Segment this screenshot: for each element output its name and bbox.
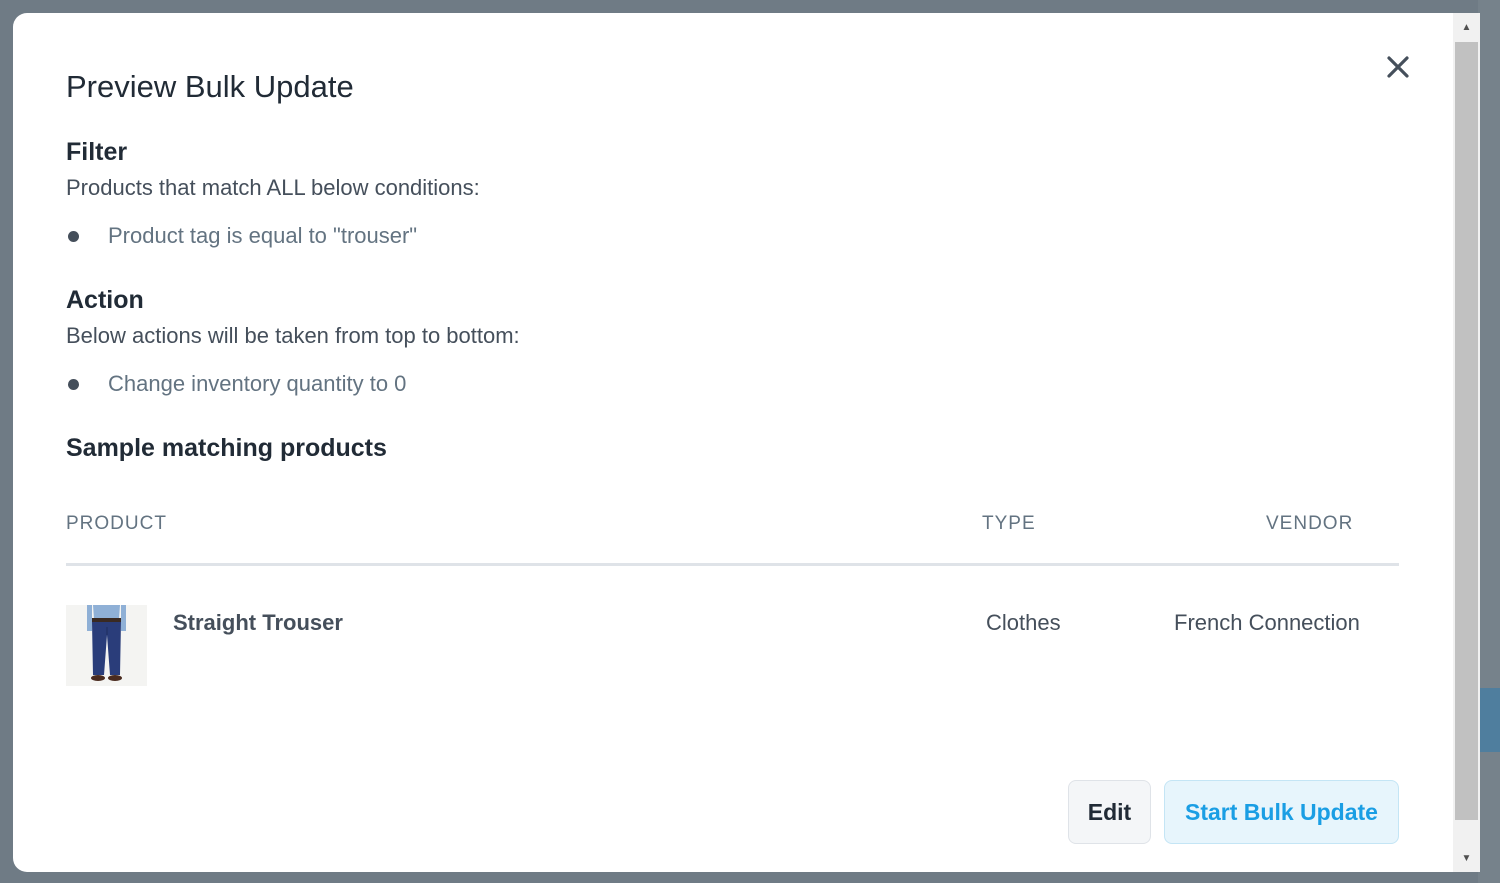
filter-heading: Filter [66, 138, 128, 166]
filter-description: Products that match ALL below conditions… [66, 175, 480, 200]
edit-button[interactable]: Edit [1068, 780, 1151, 844]
start-bulk-update-button[interactable]: Start Bulk Update [1164, 780, 1399, 844]
modal-title: Preview Bulk Update [66, 69, 354, 104]
action-description: Below actions will be taken from top to … [66, 323, 520, 348]
scroll-up-arrow-icon[interactable]: ▲ [1453, 13, 1480, 41]
product-name-link[interactable]: Straight Trouser [173, 610, 343, 636]
product-type-cell: Clothes [986, 610, 1061, 635]
close-button[interactable] [1380, 49, 1416, 85]
product-vendor-cell: French Connection [1174, 610, 1360, 635]
column-header-type: TYPE [982, 513, 1036, 534]
scroll-down-arrow-icon[interactable]: ▼ [1453, 844, 1480, 872]
product-thumbnail [66, 605, 147, 686]
column-header-vendor: VENDOR [1266, 513, 1354, 534]
action-item-text: Change inventory quantity to 0 [108, 371, 407, 396]
preview-bulk-update-modal: Preview Bulk Update Filter Products that… [13, 13, 1453, 872]
action-heading: Action [66, 286, 144, 314]
filter-condition-text: Product tag is equal to "trouser" [108, 223, 418, 248]
column-header-product: PRODUCT [66, 513, 167, 534]
bullet-icon [68, 230, 79, 242]
table-header-divider [66, 563, 1399, 566]
sample-products-heading: Sample matching products [66, 434, 387, 462]
filter-condition-item: Product tag is equal to "trouser" [66, 223, 417, 249]
close-icon [1387, 56, 1409, 78]
trouser-image-icon [66, 605, 147, 686]
page-backdrop-button-edge [1478, 688, 1500, 752]
action-item: Change inventory quantity to 0 [66, 371, 406, 397]
scrollbar-thumb[interactable] [1455, 42, 1478, 820]
bullet-icon [68, 378, 79, 390]
vertical-scrollbar[interactable]: ▲ ▼ [1453, 13, 1480, 872]
